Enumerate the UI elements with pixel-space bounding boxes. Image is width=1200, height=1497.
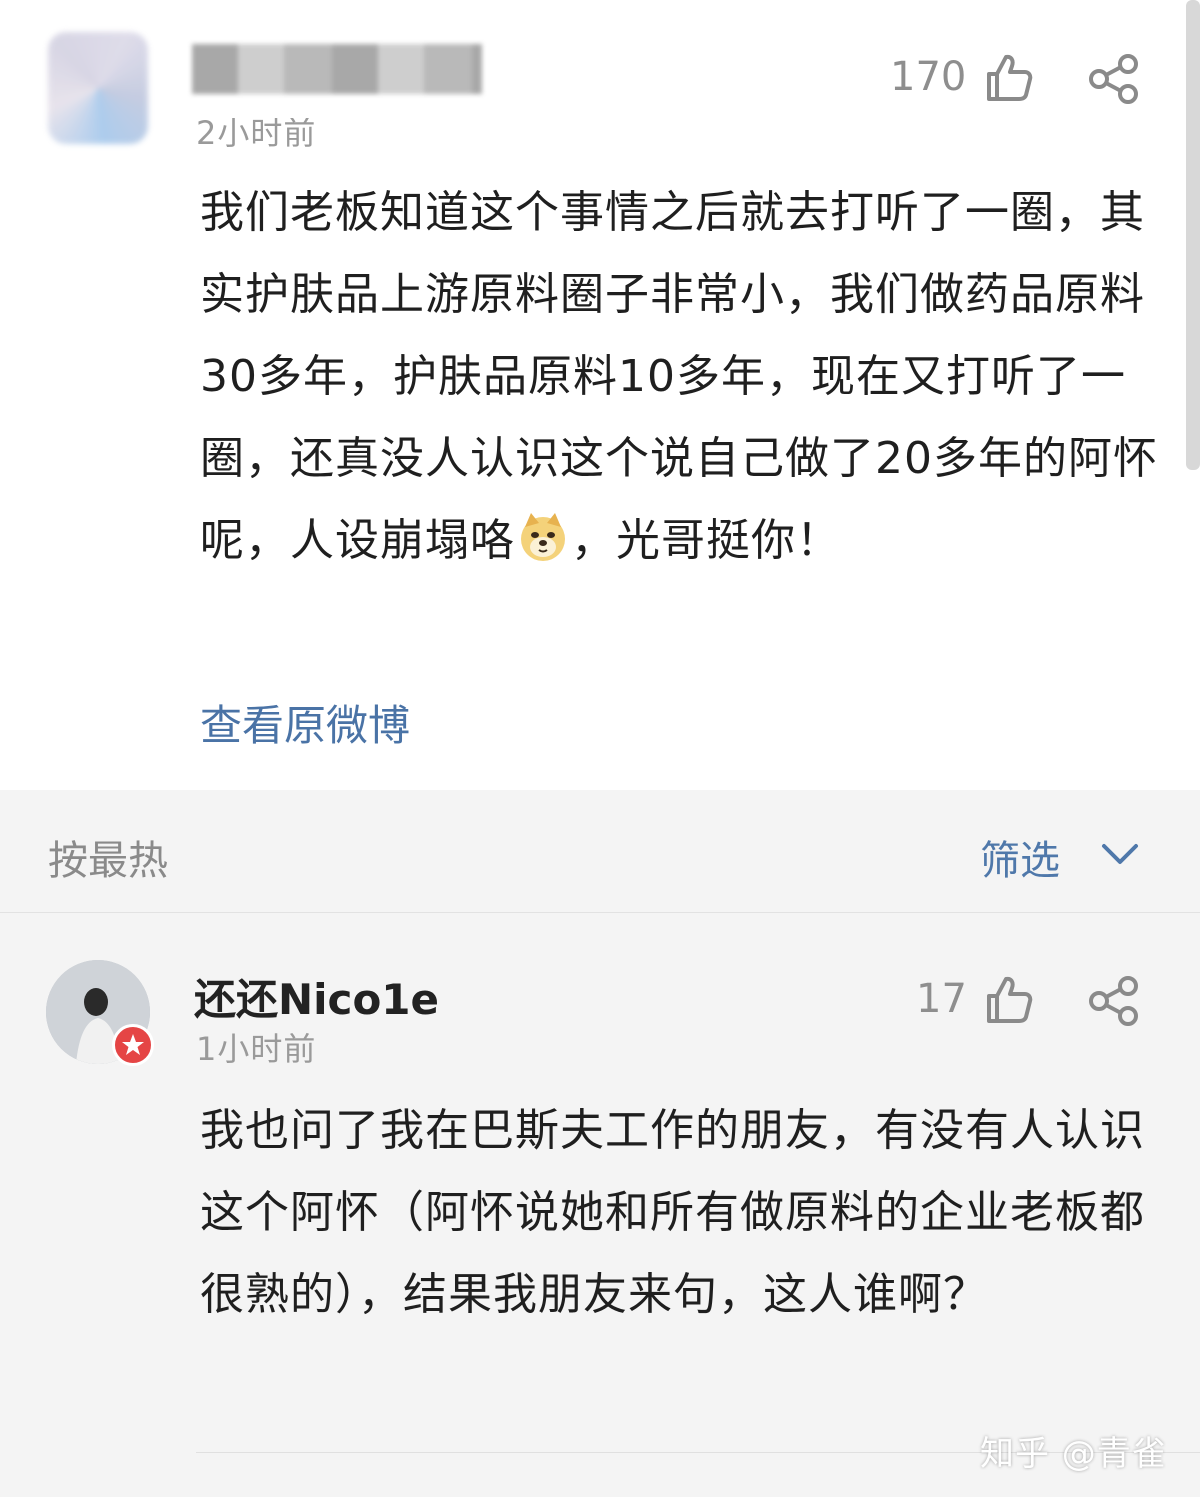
main-comment-card: 2小时前 170 我们老板知道这个事情之后就去打听了一圈，其实护肤品上游原料圈子… [0, 0, 1200, 790]
username-blurred[interactable] [192, 44, 482, 94]
reply-text: 我也问了我在巴斯夫工作的朋友，有没有人认识这个阿怀（阿怀说她和所有做原料的企业老… [200, 1105, 1145, 1320]
comment-time: 2小时前 [196, 114, 317, 152]
like-count: 170 [890, 54, 967, 100]
reply-username[interactable]: 还还Nico1e [194, 966, 439, 1027]
avatar-blurred[interactable] [48, 32, 148, 144]
view-original-link[interactable]: 查看原微博 [200, 692, 410, 753]
reply-like-count: 17 [916, 976, 967, 1022]
verified-badge-icon [112, 1024, 154, 1066]
chevron-down-icon[interactable] [1100, 838, 1140, 868]
watermark: 知乎 @青雀 [980, 1434, 1167, 1474]
doge-emoji-icon [521, 513, 565, 561]
share-icon[interactable] [1088, 976, 1140, 1026]
reply-time: 1小时前 [196, 1030, 317, 1068]
thumbs-up-icon[interactable] [984, 974, 1034, 1026]
thumbs-up-icon[interactable] [984, 52, 1034, 104]
comment-text-main: 我们老板知道这个事情之后就去打听了一圈，其实护肤品上游原料圈子非常小，我们做药品… [200, 187, 1158, 566]
comment-text-tail: ，光哥挺你！ [571, 515, 841, 566]
comment-text: 我们老板知道这个事情之后就去打听了一圈，其实护肤品上游原料圈子非常小，我们做药品… [200, 172, 1160, 582]
scrollbar[interactable] [1186, 0, 1200, 470]
filter-button[interactable]: 筛选 [980, 828, 1060, 886]
share-icon[interactable] [1088, 54, 1140, 104]
sort-hot-label[interactable]: 按最热 [48, 828, 168, 886]
